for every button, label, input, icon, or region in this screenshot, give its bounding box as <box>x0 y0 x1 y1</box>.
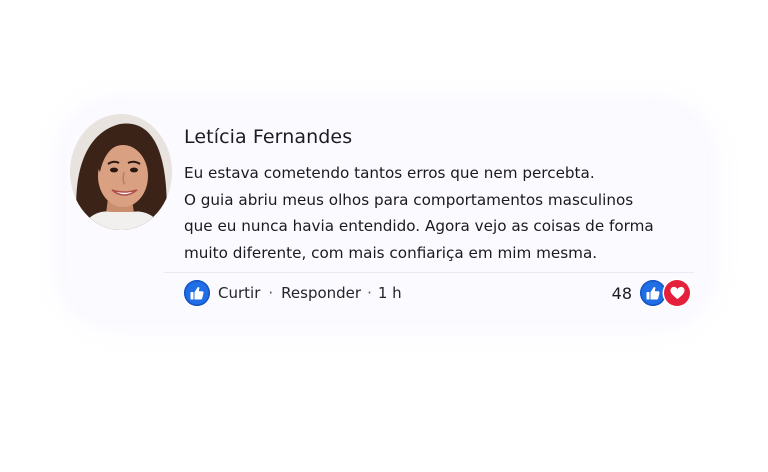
heart-icon <box>664 280 690 306</box>
like-button[interactable]: Curtir <box>218 284 260 302</box>
thumbs-up-icon <box>640 280 666 306</box>
comment-stage: Letícia Fernandes Eu estava cometendo ta… <box>0 0 768 472</box>
separator: · <box>268 284 274 302</box>
reply-button[interactable]: Responder <box>281 284 361 302</box>
comment-actions: Curtir · Responder · 1 h <box>184 280 402 306</box>
divider <box>164 272 694 273</box>
comment-line: O guia abriu meus olhos para comportamen… <box>184 190 634 209</box>
author-name[interactable]: Letícia Fernandes <box>184 126 352 148</box>
reaction-count[interactable]: 48 <box>612 284 632 303</box>
comment-line: que eu nunca havia entendido. Agora vejo… <box>184 217 654 235</box>
separator: · <box>367 284 372 302</box>
thumbs-up-icon[interactable] <box>184 280 210 306</box>
comment-line: Eu estava cometendo tantos erros que nem… <box>184 164 595 182</box>
avatar[interactable] <box>70 114 172 230</box>
reactions[interactable]: 48 <box>612 280 690 306</box>
comment-text: Eu estava cometendo tantos erros que nem… <box>184 160 704 266</box>
timestamp: 1 h <box>377 284 402 302</box>
comment-line: muito diferente, com mais confiariça em … <box>184 243 598 262</box>
